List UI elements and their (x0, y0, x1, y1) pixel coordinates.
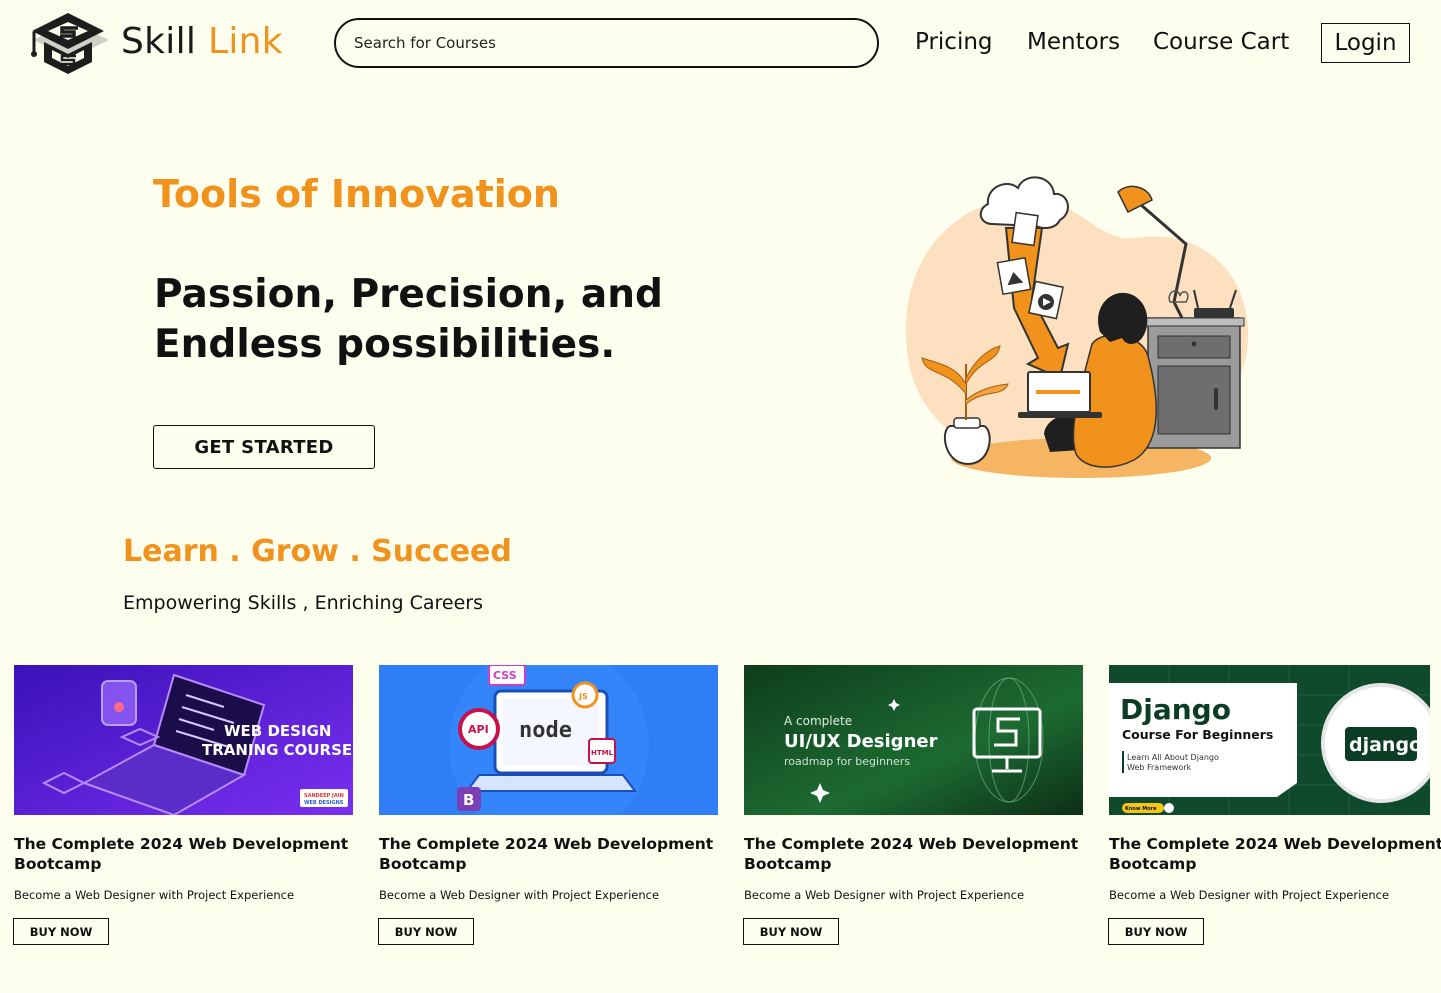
search-input[interactable] (334, 18, 879, 68)
login-button[interactable]: Login (1321, 23, 1410, 63)
nav-course-cart[interactable]: Course Cart (1153, 26, 1289, 58)
thumb-badge-2: WEB DESIGNS (304, 800, 344, 806)
hero-title: Passion, Precision, and Endless possibil… (154, 272, 663, 367)
hero-illustration (896, 168, 1256, 488)
nav-pricing[interactable]: Pricing (915, 26, 993, 58)
thumb-text-4: Web Framework (1127, 763, 1192, 772)
course-card[interactable]: Django Course For Beginners Learn All Ab… (1108, 665, 1441, 945)
buy-now-button[interactable]: BUY NOW (378, 918, 474, 945)
course-title[interactable]: The Complete 2024 Web Development Bootca… (14, 834, 354, 874)
thumb-text-3: roadmap for beginners (784, 755, 910, 768)
brand-name-part2: Link (207, 21, 283, 62)
thumb-badge-1: Know More (1125, 806, 1157, 812)
woman-laptop-cloud-illustration-icon (905, 176, 1249, 478)
buy-now-button[interactable]: BUY NOW (1108, 918, 1204, 945)
thumb-tag-css: CSS (493, 669, 517, 682)
brand-name-part1: Skill (121, 21, 197, 62)
tagline-headline: Learn . Grow . Succeed (123, 534, 512, 569)
course-card[interactable]: WEB DESIGN TRANING COURSE SANDEEP JAIN W… (13, 665, 354, 945)
thumb-text-2: Course For Beginners (1122, 727, 1273, 742)
course-thumbnail[interactable]: node CSS JS API HTML B (379, 665, 718, 815)
logo[interactable] (26, 10, 110, 82)
nav-mentors[interactable]: Mentors (1027, 26, 1120, 58)
thumb-tag-html: HTML (591, 749, 614, 757)
thumb-tag-api: API (468, 723, 489, 736)
graduation-cap-logo-icon (31, 13, 109, 74)
course-title[interactable]: The Complete 2024 Web Development Bootca… (379, 834, 719, 874)
thumb-text-3: Learn All About Django (1127, 753, 1219, 762)
tagline-subhead: Empowering Skills , Enriching Careers (123, 592, 484, 614)
course-card[interactable]: node CSS JS API HTML B The Complete 2024… (378, 665, 719, 945)
thumb-badge-1: SANDEEP JAIN (304, 793, 344, 799)
thumb-text-1: Django (1120, 693, 1231, 726)
buy-now-button[interactable]: BUY NOW (13, 918, 109, 945)
get-started-button[interactable]: GET STARTED (153, 425, 375, 469)
brand-name[interactable]: Skill Link (121, 20, 283, 64)
course-thumbnail[interactable]: A complete UI/UX Designer roadmap for be… (744, 665, 1083, 815)
course-title[interactable]: The Complete 2024 Web Development Bootca… (1109, 834, 1441, 874)
thumb-text-2: UI/UX Designer (784, 731, 938, 752)
course-card[interactable]: A complete UI/UX Designer roadmap for be… (743, 665, 1084, 945)
course-thumbnail[interactable]: WEB DESIGN TRANING COURSE SANDEEP JAIN W… (14, 665, 353, 815)
thumb-node-logo: node (519, 718, 572, 743)
thumb-text-1: WEB DESIGN (224, 722, 331, 740)
hero-kicker: Tools of Innovation (153, 172, 560, 216)
django-logo: django (1349, 734, 1422, 756)
thumb-tag-bootstrap: B (463, 791, 474, 809)
thumb-text-1: A complete (784, 714, 852, 728)
course-description: Become a Web Designer with Project Exper… (14, 888, 295, 902)
thumb-text-2: TRANING COURSE (202, 741, 352, 759)
buy-now-button[interactable]: BUY NOW (743, 918, 839, 945)
course-description: Become a Web Designer with Project Exper… (379, 888, 660, 902)
course-description: Become a Web Designer with Project Exper… (1109, 888, 1390, 902)
course-description: Become a Web Designer with Project Exper… (744, 888, 1025, 902)
course-thumbnail[interactable]: Django Course For Beginners Learn All Ab… (1109, 665, 1430, 815)
thumb-tag-js: JS (578, 692, 588, 701)
course-title[interactable]: The Complete 2024 Web Development Bootca… (744, 834, 1084, 874)
